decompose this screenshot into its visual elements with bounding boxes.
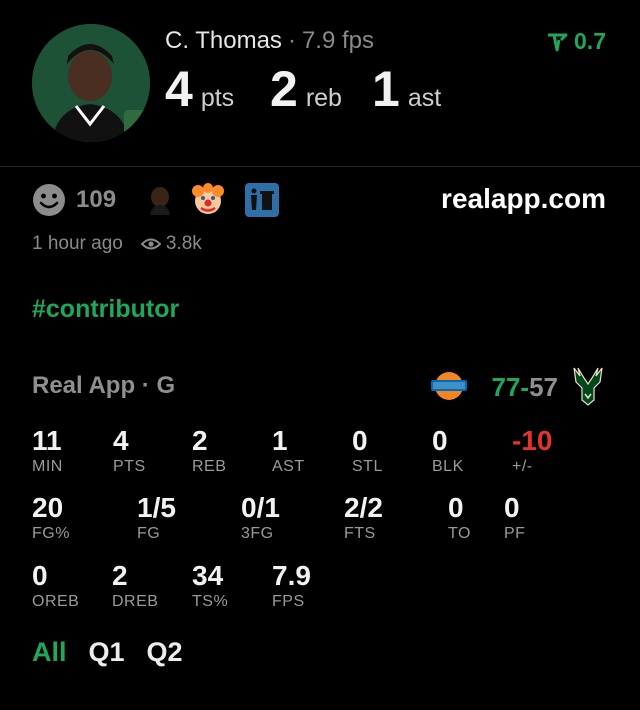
name-separator: · (287, 27, 296, 54)
big-stat-unit: reb (305, 84, 342, 112)
stat-label: FTS (344, 525, 376, 542)
player-photo-icon (32, 24, 150, 142)
stat-label: AST (272, 458, 305, 475)
stat-value: 7.9 (272, 560, 311, 591)
player-fps: 7.9 fps (301, 27, 374, 54)
stat-value: -10 (512, 425, 553, 456)
site-link[interactable]: realapp.com (441, 183, 606, 215)
big-stat-assists: 1 ast (372, 60, 441, 118)
game-title[interactable]: Real App · G (32, 372, 175, 400)
boost-badge[interactable]: 0.7 (546, 28, 606, 55)
smile-icon[interactable] (32, 183, 66, 217)
player-avatar-icon[interactable] (146, 185, 174, 215)
big-stat-rebounds: 2 reb (270, 60, 342, 118)
hashtag[interactable]: #contributor (32, 295, 179, 324)
stat-plus-minus: -10 +/- (512, 426, 552, 476)
stat-oreb: 0 OREB (32, 561, 79, 611)
player-avatar[interactable] (32, 24, 150, 142)
stat-label: PTS (113, 458, 146, 475)
stat-fg-pct: 20 FG% (32, 493, 70, 543)
stat-value: 4 (113, 425, 129, 456)
tab-all[interactable]: All (32, 637, 67, 668)
stat-value: 20 (32, 492, 64, 523)
post-time: 1 hour ago (32, 233, 123, 254)
stat-value: 0 (432, 425, 448, 456)
stat-label: STL (352, 458, 383, 475)
stat-stl: 0 STL (352, 426, 383, 476)
stat-label: PF (504, 525, 526, 542)
player-name[interactable]: C. Thomas (165, 27, 282, 54)
bucks-logo-icon (573, 367, 603, 406)
post-meta: 1 hour ago 3.8k (32, 233, 202, 255)
stat-to: 0 TO (448, 493, 471, 543)
tab-q1[interactable]: Q1 (89, 637, 125, 668)
stat-value: 34 (192, 560, 224, 591)
trash-icon[interactable] (244, 182, 280, 218)
stat-pf: 0 PF (504, 493, 525, 543)
big-stat-value: 2 (270, 61, 298, 117)
boost-arrow-icon (548, 33, 568, 51)
big-stat-value: 1 (372, 61, 400, 117)
clown-icon[interactable] (190, 182, 226, 218)
stat-label: DREB (112, 593, 159, 610)
stat-value: 0 (448, 492, 464, 523)
stat-label: REB (192, 458, 227, 475)
stat-ts-pct: 34 TS% (192, 561, 228, 611)
reactions-row: 109 (32, 182, 280, 218)
stat-label: BLK (432, 458, 464, 475)
big-stat-value: 4 (165, 61, 193, 117)
tab-q2[interactable]: Q2 (147, 637, 183, 668)
stat-3fg: 0/1 3FG (241, 493, 280, 543)
stat-value: 2 (112, 560, 128, 591)
reaction-count: 109 (76, 186, 117, 213)
stat-blk: 0 BLK (432, 426, 464, 476)
stat-label: FG (137, 525, 161, 542)
eye-icon (140, 238, 161, 250)
stat-value: 0/1 (241, 492, 280, 523)
stat-fts: 2/2 FTS (344, 493, 383, 543)
stat-value: 0 (352, 425, 368, 456)
stat-label: MIN (32, 458, 63, 475)
stat-label: FPS (272, 593, 305, 610)
stat-value: 2 (192, 425, 208, 456)
stat-dreb: 2 DREB (112, 561, 158, 611)
stat-ast: 1 AST (272, 426, 305, 476)
score-dash: - (520, 372, 530, 402)
score-right: 57 (529, 372, 558, 402)
stat-pts: 4 PTS (113, 426, 146, 476)
stat-fps: 7.9 FPS (272, 561, 311, 611)
stat-label: +/- (512, 458, 533, 475)
stat-reb: 2 REB (192, 426, 226, 476)
header-divider (0, 166, 640, 167)
big-stat-points: 4 pts (165, 60, 234, 118)
stat-value: 0 (32, 560, 48, 591)
stat-label: 3FG (241, 525, 274, 542)
player-name-line: C. Thomas · 7.9 fps (165, 27, 374, 55)
knicks-logo-icon (431, 372, 467, 400)
game-score: 77-57 (491, 372, 558, 403)
stat-min: 11 MIN (32, 426, 63, 476)
view-count: 3.8k (165, 233, 202, 254)
stat-value: 11 (32, 425, 62, 456)
big-stat-unit: ast (407, 84, 442, 112)
stat-fg: 1/5 FG (137, 493, 176, 543)
period-tabs: All Q1 Q2 (32, 637, 183, 668)
stat-label: TS% (192, 593, 229, 610)
stat-label: OREB (32, 593, 80, 610)
stat-value: 1 (272, 425, 288, 456)
stat-label: TO (448, 525, 471, 542)
boost-value: 0.7 (574, 28, 606, 54)
stat-value: 0 (504, 492, 520, 523)
score-left: 77 (491, 372, 521, 402)
stat-label: FG% (32, 525, 70, 542)
stat-value: 2/2 (344, 492, 383, 523)
stat-value: 1/5 (137, 492, 176, 523)
big-stat-unit: pts (200, 84, 235, 112)
